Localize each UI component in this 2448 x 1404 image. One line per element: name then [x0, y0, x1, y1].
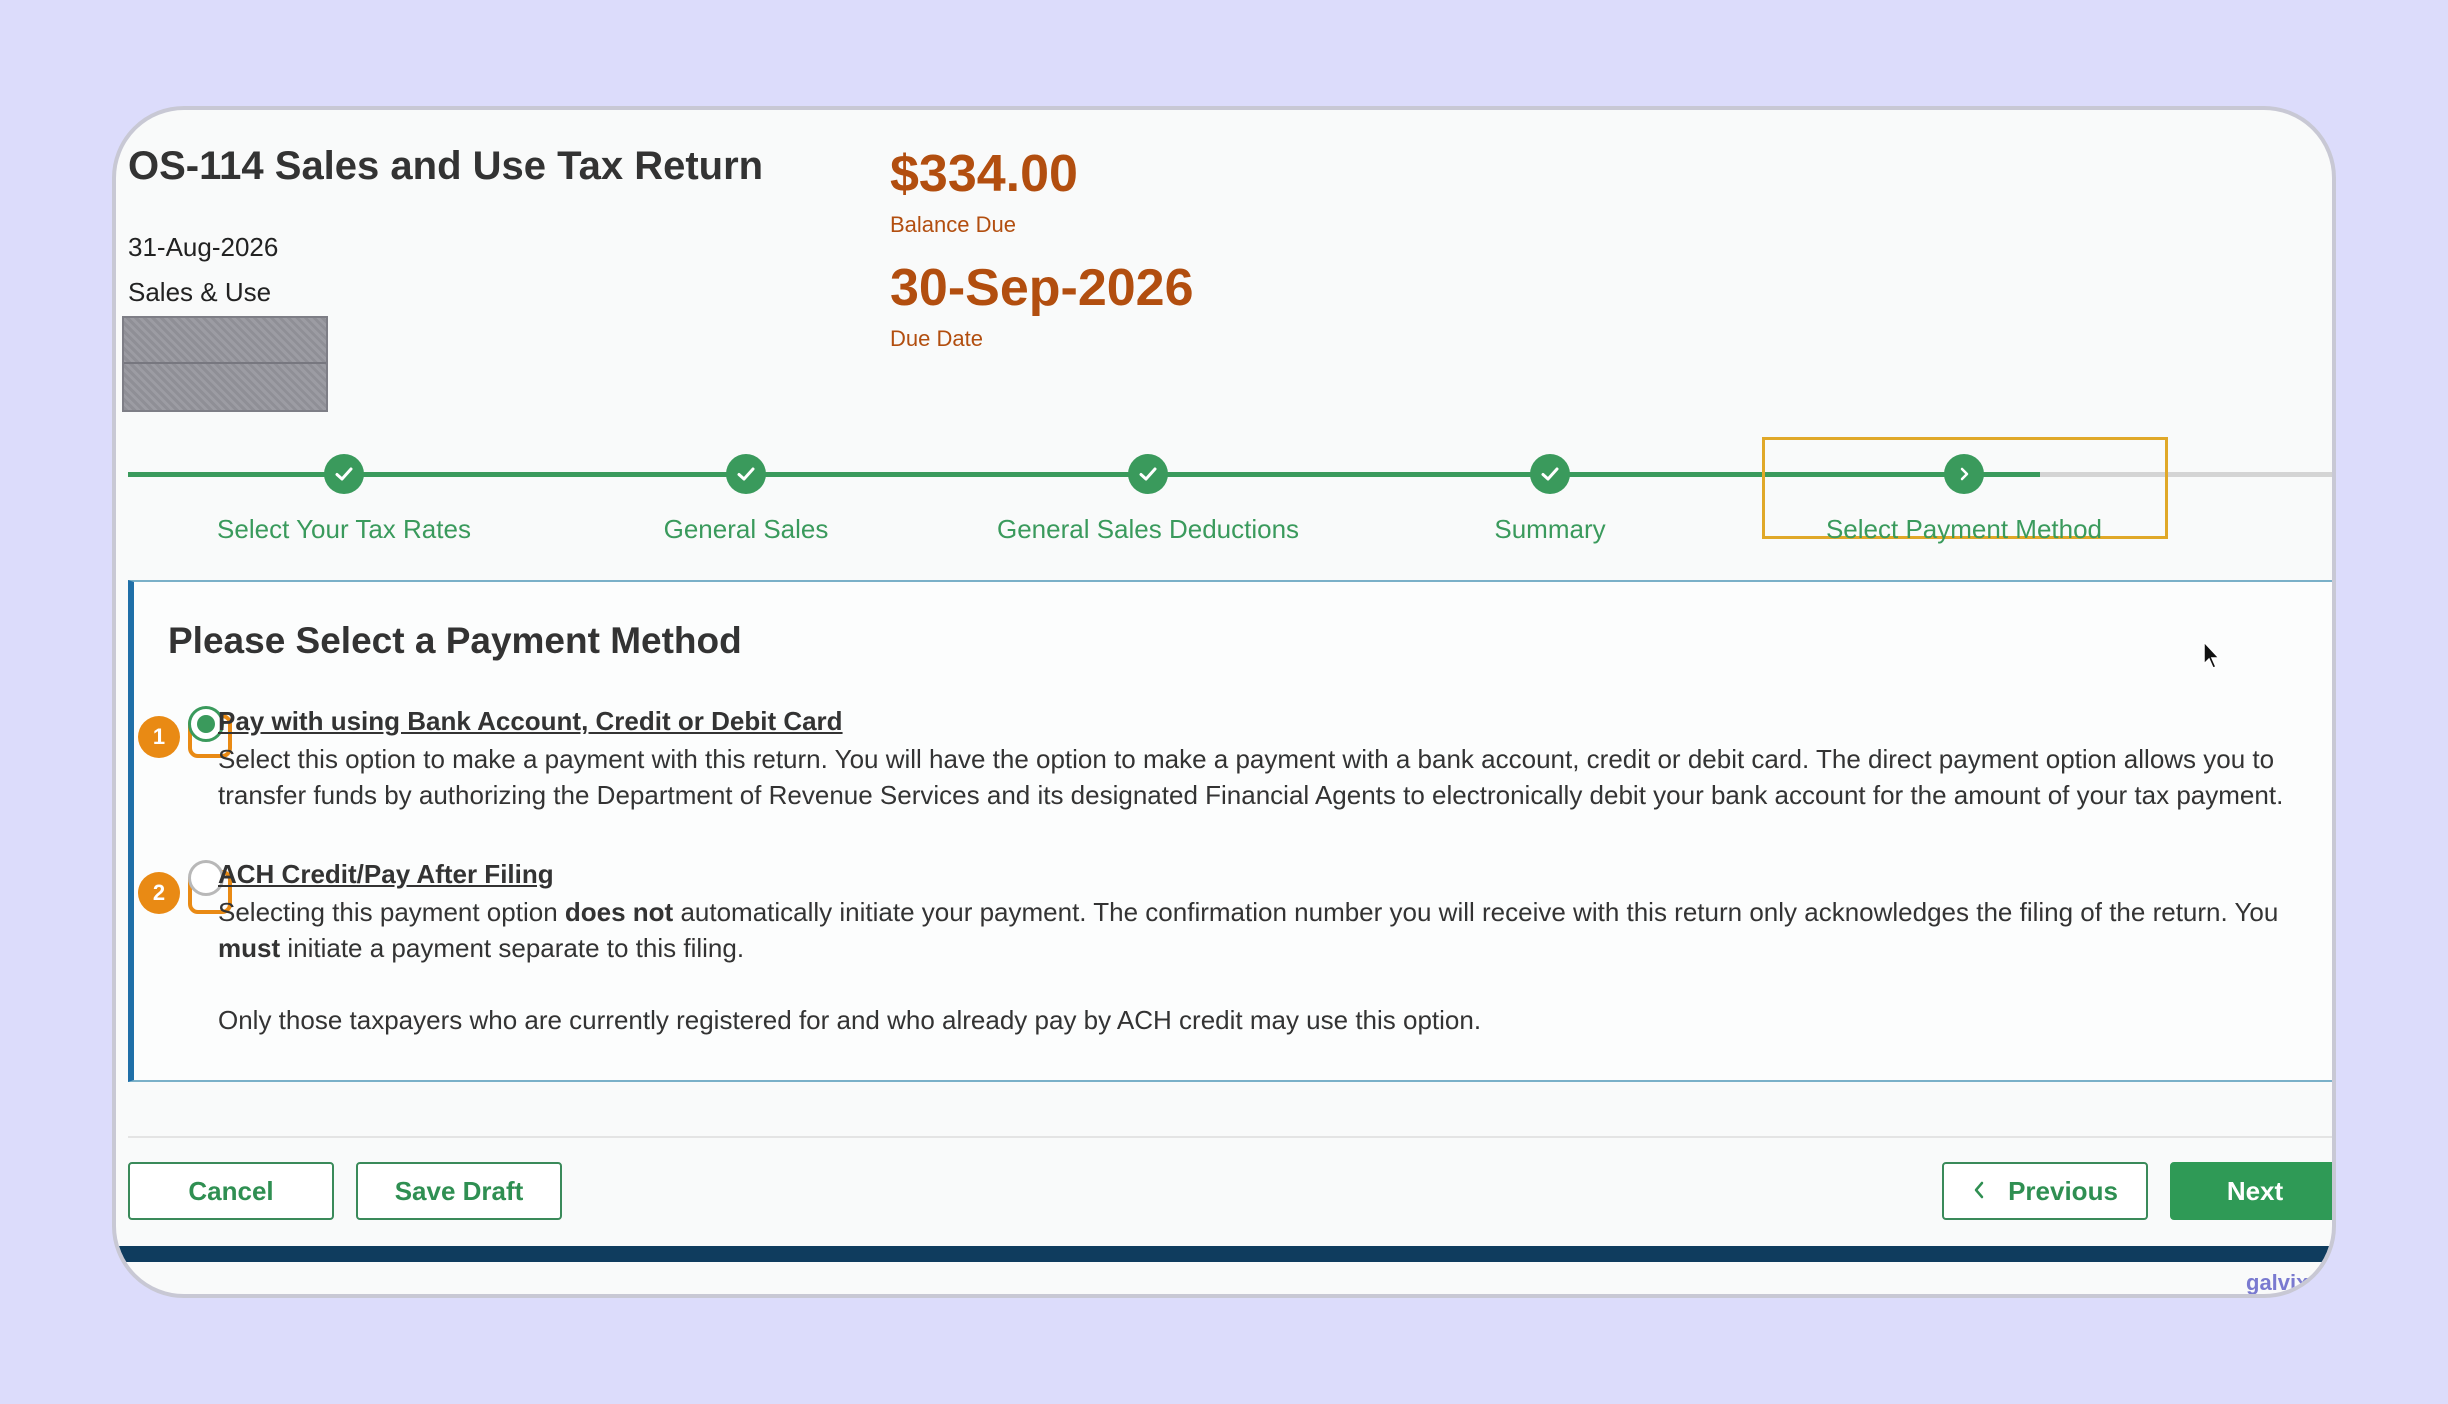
progress-stepper: Select Your Tax Rates General Sales Gene… [128, 437, 2332, 560]
footer-divider [128, 1136, 2332, 1138]
page-title: OS-114 Sales and Use Tax Return [128, 144, 764, 188]
period-date: 31-Aug-2026 [128, 232, 279, 262]
step-summary[interactable]: Summary [1370, 440, 1730, 545]
option-description: Select this option to make a payment wit… [218, 744, 2284, 810]
balance-due-amount: $334.00 [890, 145, 1078, 203]
cancel-button[interactable]: Cancel [128, 1162, 334, 1220]
due-date-value: 30-Sep-2026 [890, 259, 1194, 317]
previous-button[interactable]: Previous [1942, 1162, 2148, 1220]
payment-method-panel: Please Select a Payment Method 1 Pay wit… [128, 580, 2332, 1082]
option-pay-with-card: Pay with using Bank Account, Credit or D… [218, 706, 2318, 813]
panel-title: Please Select a Payment Method [168, 620, 742, 661]
step-label: General Sales Deductions [996, 514, 1300, 544]
bottom-bar [116, 1246, 2332, 1262]
desc-bold-text: must [218, 933, 281, 963]
tax-type: Sales & Use [128, 277, 272, 307]
step-label: Select Your Tax Rates [217, 514, 471, 544]
check-icon [1128, 454, 1168, 494]
step-badge-1: 1 [138, 716, 180, 758]
desc-text: automatically initiate your payment. The… [673, 897, 2279, 927]
save-draft-button[interactable]: Save Draft [356, 1162, 562, 1220]
step-select-payment-method[interactable]: Select Payment Method [1784, 440, 2144, 545]
desc-bold-text: does not [564, 897, 674, 927]
due-date-label: Due Date [890, 326, 983, 351]
option-title-link[interactable]: Pay with using Bank Account, Credit or D… [218, 706, 843, 737]
browser-frame: OS-114 Sales and Use Tax Return 31-Aug-2… [112, 106, 2336, 1298]
watermark-logo: galvix [2246, 1270, 2309, 1295]
check-icon [726, 454, 766, 494]
mouse-cursor-icon [2202, 640, 2222, 675]
step-label: General Sales [663, 514, 829, 544]
step-general-sales[interactable]: General Sales [566, 440, 926, 545]
check-icon [1530, 454, 1570, 494]
check-icon [324, 454, 364, 494]
redacted-block [122, 316, 328, 412]
step-badge-2: 2 [138, 872, 180, 914]
option-title-link[interactable]: ACH Credit/Pay After Filing [218, 859, 554, 890]
step-select-tax-rates[interactable]: Select Your Tax Rates [164, 440, 524, 545]
balance-due-label: Balance Due [890, 212, 1016, 237]
step-general-sales-deductions[interactable]: General Sales Deductions [968, 440, 1328, 545]
chevron-right-icon [1944, 454, 1984, 494]
tax-return-page: OS-114 Sales and Use Tax Return 31-Aug-2… [116, 110, 2332, 1294]
option-description: Selecting this payment option does not a… [218, 894, 2318, 966]
desc-text: Selecting this payment option [218, 897, 565, 927]
next-button[interactable]: Next [2170, 1162, 2332, 1220]
option-note: Only those taxpayers who are currently r… [218, 1005, 1482, 1035]
step-label: Summary [1494, 514, 1606, 544]
previous-label: Previous [2008, 1175, 2118, 1206]
step-label: Select Payment Method [1825, 514, 2103, 544]
chevron-left-icon [1972, 1176, 1986, 1207]
desc-text: initiate a payment separate to this fili… [280, 933, 745, 963]
option-ach-credit: ACH Credit/Pay After Filing Selecting th… [218, 859, 2318, 1038]
